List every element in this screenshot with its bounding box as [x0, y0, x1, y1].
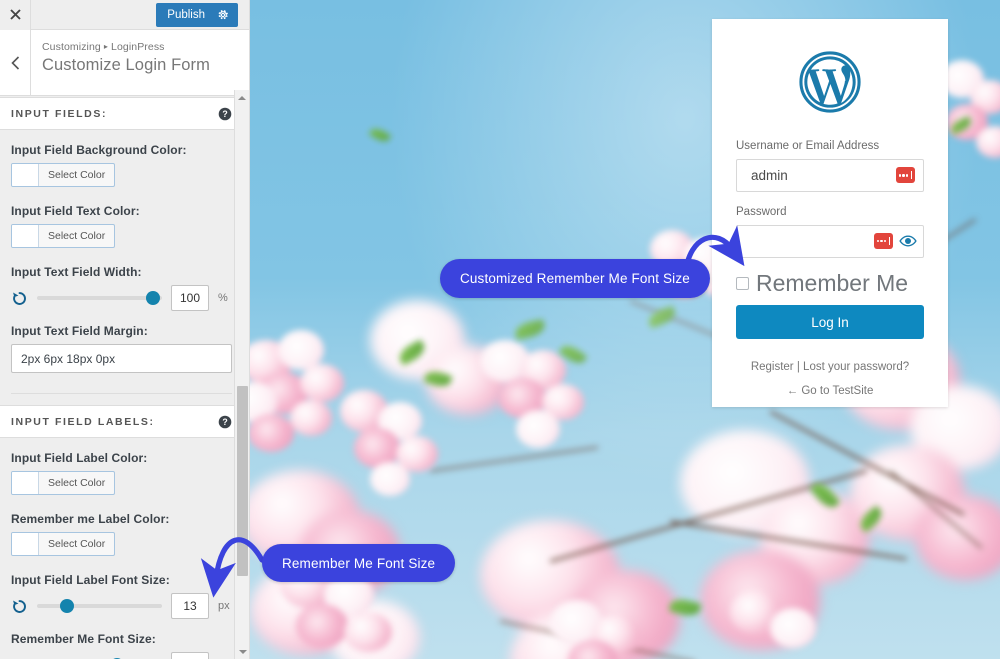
slider-row: 100 % [11, 285, 232, 311]
chevron-down-icon [238, 649, 247, 654]
login-form-card: Username or Email Address Password Remem… [712, 19, 948, 407]
lastpass-icon[interactable] [896, 167, 915, 184]
control-label: Input Field Label Color: [11, 451, 148, 465]
control-remember-me-label-color: Remember me Label Color: Select Color [0, 512, 243, 560]
scroll-down-button[interactable] [235, 644, 249, 659]
breadcrumb-separator: ▸ [103, 42, 108, 51]
slider-value[interactable]: 100 [171, 285, 209, 311]
help-icon[interactable]: ? [218, 107, 232, 121]
section-header-input-fields[interactable]: INPUT FIELDS: ? [0, 97, 243, 130]
sidebar-scrollbar[interactable] [234, 90, 249, 659]
remember-me-checkbox[interactable] [736, 277, 749, 291]
slider-thumb[interactable] [60, 599, 74, 613]
slider-row: 23 px [11, 652, 232, 659]
color-swatch [12, 164, 39, 186]
chevron-up-icon [238, 95, 246, 100]
panel-header-text: Customizing ▸ LoginPress Customize Login F… [31, 30, 210, 95]
margin-input[interactable] [11, 344, 232, 373]
control-label: Remember Me Font Size: [11, 632, 156, 646]
select-color-label: Select Color [48, 230, 106, 242]
customizer-topbar: Publish [0, 0, 249, 30]
eye-icon[interactable] [899, 234, 917, 248]
control-input-field-background-color: Input Field Background Color: Select Col… [0, 143, 243, 191]
remember-me-label: Remember Me [756, 269, 909, 296]
svg-text:?: ? [222, 417, 227, 427]
username-label: Username or Email Address [736, 140, 880, 152]
back-to-site-link[interactable]: ← Go to TestSite [736, 385, 924, 397]
section-title: INPUT FIELDS: [11, 107, 108, 120]
publish-button[interactable]: Publish [156, 3, 238, 27]
page-title: Customize Login Form [42, 56, 210, 74]
callout-remember-me-font-size-preview: Customized Remember Me Font Size [440, 259, 710, 298]
slider-row: 13 px [11, 593, 232, 619]
password-input[interactable] [737, 225, 923, 257]
chevron-left-icon [10, 55, 19, 70]
lastpass-icon[interactable] [874, 233, 893, 250]
slider-track[interactable] [37, 291, 162, 305]
control-label: Input Field Background Color: [11, 143, 187, 157]
control-input-text-field-width: Input Text Field Width: 100 % [0, 265, 243, 311]
control-label: Remember me Label Color: [11, 512, 170, 526]
control-input-text-field-margin: Input Text Field Margin: [0, 324, 243, 373]
select-color-label: Select Color [48, 538, 106, 550]
gear-icon[interactable] [217, 9, 229, 21]
select-color-button[interactable]: Select Color [11, 532, 116, 556]
control-label: Input Field Text Color: [11, 204, 140, 218]
breadcrumb-current: LoginPress [111, 41, 165, 53]
customizer-panel-header: Customizing ▸ LoginPress Customize Login F… [0, 30, 249, 96]
slider-track[interactable] [37, 599, 162, 613]
breadcrumb-root: Customizing [42, 41, 101, 53]
section-divider [11, 393, 232, 394]
select-color-label: Select Color [48, 477, 106, 489]
control-label: Input Field Label Font Size: [11, 573, 170, 587]
links-separator: | [796, 361, 800, 374]
wordpress-logo-icon [799, 51, 861, 113]
publish-button-label: Publish [167, 9, 205, 21]
control-label: Input Text Field Margin: [11, 324, 148, 338]
slider-unit: % [218, 292, 228, 304]
customizer-screen: Username or Email Address Password Remem… [0, 0, 1000, 659]
lost-password-link[interactable]: Lost your password? [803, 361, 909, 373]
sidebar-scrollbar-thumb[interactable] [237, 386, 248, 576]
back-button[interactable] [0, 30, 31, 95]
sidebar-scroll-area: INPUT FIELDS: ? Input Field Background C… [0, 97, 243, 659]
slider-value[interactable]: 23 [171, 652, 209, 659]
username-field-box[interactable] [736, 158, 924, 192]
breadcrumb: Customizing ▸ LoginPress [42, 41, 210, 53]
login-nav-links: Register | Lost your password? [736, 361, 924, 373]
select-color-label: Select Color [48, 169, 106, 181]
slider-thumb[interactable] [146, 291, 161, 305]
slider-value[interactable]: 13 [171, 593, 209, 619]
close-icon [9, 9, 21, 20]
color-swatch [12, 225, 39, 247]
section-header-input-field-labels[interactable]: INPUT FIELD LABELS: ? [0, 405, 243, 438]
remember-me-row[interactable]: Remember Me [736, 269, 924, 296]
reset-icon[interactable] [11, 290, 28, 307]
color-swatch [12, 472, 39, 494]
scroll-up-button[interactable] [235, 90, 249, 105]
control-input-field-label-font-size: Input Field Label Font Size: 13 px [0, 573, 243, 619]
control-input-field-text-color: Input Field Text Color: Select Color [0, 204, 243, 252]
help-icon[interactable]: ? [218, 415, 232, 429]
section-title: INPUT FIELD LABELS: [11, 415, 155, 428]
control-remember-me-font-size: Remember Me Font Size: 23 px [0, 632, 243, 659]
close-customizer-button[interactable] [0, 0, 31, 30]
reset-icon[interactable] [11, 598, 28, 615]
password-field-box[interactable] [736, 224, 924, 258]
select-color-button[interactable]: Select Color [11, 163, 116, 187]
control-input-field-label-color: Input Field Label Color: Select Color [0, 451, 243, 499]
control-label: Input Text Field Width: [11, 265, 142, 279]
select-color-button[interactable]: Select Color [11, 471, 116, 495]
customizer-sidebar: Publish Customizing ▸ LoginPress Customize… [0, 0, 250, 659]
slider-unit: px [218, 600, 230, 612]
callout-remember-me-font-size-control: Remember Me Font Size [262, 544, 456, 582]
log-in-button[interactable]: Log In [736, 305, 924, 340]
wordpress-logo-wrapper [736, 51, 924, 113]
register-link[interactable]: Register [751, 361, 794, 373]
svg-text:?: ? [222, 109, 227, 119]
password-label: Password [736, 205, 787, 218]
color-swatch [12, 533, 39, 555]
select-color-button[interactable]: Select Color [11, 224, 116, 248]
